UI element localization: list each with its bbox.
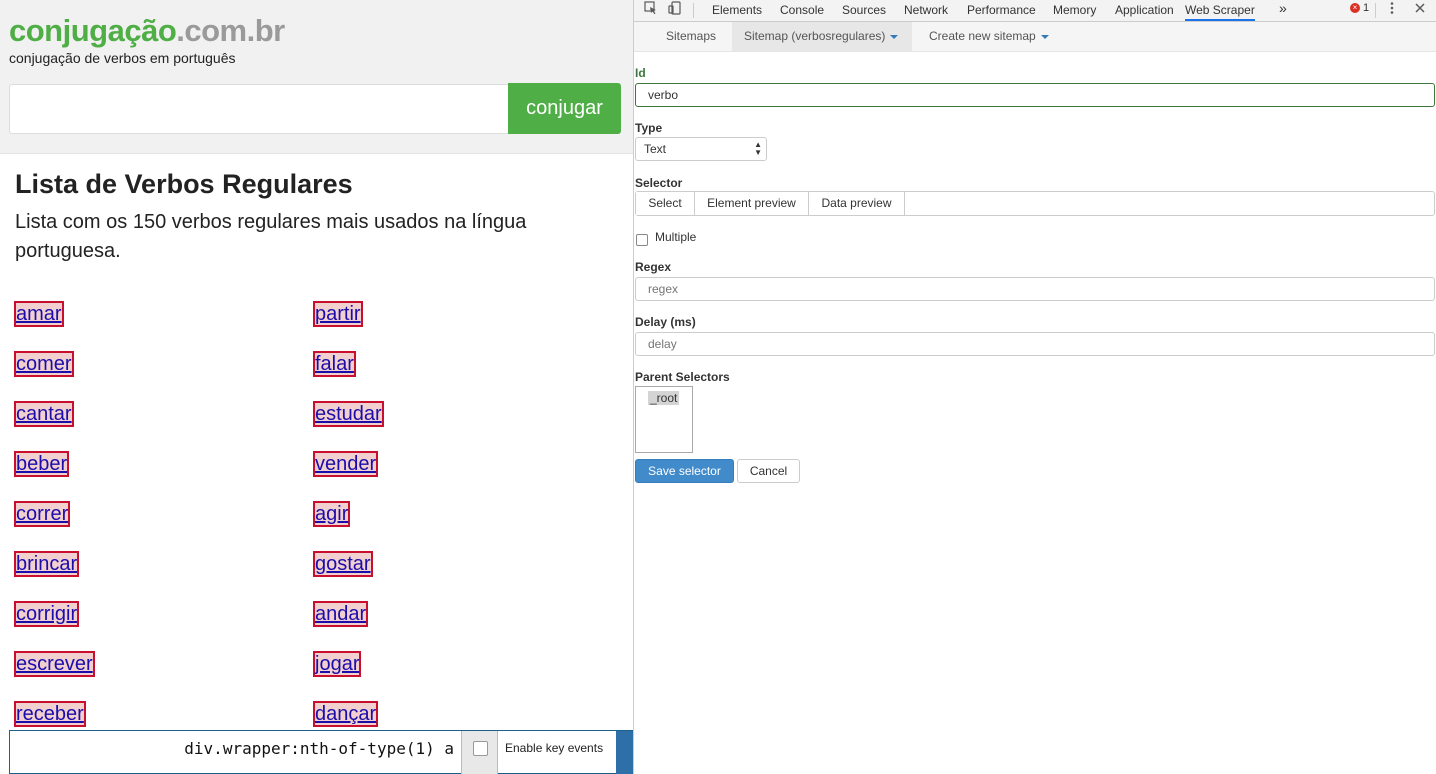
kebab-menu-icon[interactable] [1389, 1, 1395, 20]
chevron-down-icon [890, 34, 899, 39]
inspect-element-icon[interactable] [644, 1, 658, 20]
nav-sitemaps[interactable]: Sitemaps [654, 22, 728, 51]
devtools-panel: Elements Console Sources Network Perform… [633, 0, 1436, 774]
site-logo[interactable]: conjugação.com.br [9, 12, 285, 50]
page-description: Lista com os 150 verbos regulares mais u… [15, 211, 527, 262]
site-tagline: conjugação de verbos em português [9, 50, 236, 66]
logo-suffix: .com.br [176, 13, 285, 48]
verb-link[interactable]: corrigir [14, 601, 80, 627]
delay-field[interactable] [635, 332, 1435, 356]
verb-link[interactable]: brincar [14, 551, 80, 577]
site-header: conjugação.com.br conjugação de verbos e… [0, 0, 633, 154]
verb-link[interactable]: falar [313, 351, 356, 377]
selector-done-button[interactable] [616, 731, 633, 774]
verb-link[interactable]: vender [313, 451, 379, 477]
nav-current-sitemap-label: Sitemap (verbosregulares) [744, 29, 886, 43]
verb-link[interactable]: escrever [14, 651, 95, 677]
verb-link[interactable]: gostar [313, 551, 373, 577]
error-icon: × [1350, 3, 1360, 14]
key-events-checkbox-cell[interactable] [461, 731, 498, 774]
tab-elements[interactable]: Elements [712, 3, 762, 17]
type-select[interactable]: Text ▲ ▼ [635, 137, 767, 161]
type-select-value: Text [644, 142, 667, 156]
key-events-checkbox[interactable] [473, 741, 488, 756]
devtools-toolbar: Elements Console Sources Network Perform… [634, 0, 1436, 22]
verb-link[interactable]: comer [14, 351, 74, 377]
regex-field[interactable] [635, 277, 1435, 301]
verb-link[interactable]: cantar [14, 401, 74, 427]
type-label: Type [635, 121, 663, 135]
close-icon[interactable] [1414, 1, 1426, 20]
selector-input-group: Select Element preview Data preview [635, 191, 1435, 216]
tab-memory[interactable]: Memory [1053, 3, 1096, 17]
nav-create-sitemap[interactable]: Create new sitemap [917, 22, 1061, 51]
id-field[interactable] [635, 83, 1435, 107]
tab-performance[interactable]: Performance [967, 3, 1036, 17]
save-selector-button[interactable]: Save selector [635, 459, 734, 483]
tab-sources[interactable]: Sources [842, 3, 886, 17]
multiple-checkbox[interactable] [636, 234, 648, 246]
element-selector-bar: div.wrapper:nth-of-type(1) a Enable key … [9, 730, 633, 774]
error-count: 1 [1363, 2, 1370, 14]
logo-main: conjugação [9, 13, 177, 48]
verb-link[interactable]: beber [14, 451, 70, 477]
verb-link[interactable]: amar [14, 301, 64, 327]
verb-link[interactable]: jogar [313, 651, 362, 677]
tab-console[interactable]: Console [780, 3, 824, 17]
selector-label: Selector [635, 176, 683, 190]
toolbar-divider [693, 3, 694, 18]
regex-label: Regex [635, 260, 672, 274]
verb-link[interactable]: partir [313, 301, 363, 327]
delay-label: Delay (ms) [635, 315, 696, 329]
select-button[interactable]: Select [636, 192, 695, 215]
error-count-badge[interactable]: × 1 [1350, 2, 1369, 14]
id-label: Id [635, 66, 646, 80]
parent-selectors-label: Parent Selectors [635, 370, 730, 384]
web-page: conjugação.com.br conjugação de verbos e… [0, 0, 633, 774]
select-arrows-icon: ▲ ▼ [754, 140, 762, 157]
toolbar-divider [1375, 3, 1376, 18]
more-tabs-icon[interactable]: » [1279, 0, 1287, 16]
verb-link[interactable]: agir [313, 501, 351, 527]
multiple-label: Multiple [655, 230, 697, 244]
selector-preview-text: div.wrapper:nth-of-type(1) a [184, 739, 454, 758]
verb-link[interactable]: receber [14, 701, 86, 727]
cancel-button[interactable]: Cancel [737, 459, 800, 483]
tab-network[interactable]: Network [904, 3, 948, 17]
verb-link[interactable]: correr [14, 501, 71, 527]
verb-link[interactable]: andar [313, 601, 369, 627]
nav-create-sitemap-label: Create new sitemap [929, 29, 1036, 43]
search-input[interactable] [9, 84, 508, 134]
selector-field[interactable] [906, 192, 1432, 215]
tab-application[interactable]: Application [1115, 3, 1174, 17]
tab-web-scraper[interactable]: Web Scraper [1185, 3, 1255, 21]
parent-selectors-list[interactable]: _root [635, 386, 693, 453]
device-toggle-icon[interactable] [668, 1, 682, 20]
key-events-label: Enable key events [505, 741, 604, 755]
chevron-down-icon [1040, 34, 1049, 39]
parent-selector-option[interactable]: _root [648, 391, 680, 405]
page-title: Lista de Verbos Regulares [15, 169, 353, 199]
verb-link[interactable]: estudar [313, 401, 384, 427]
webscraper-nav: Sitemaps Sitemap (verbosregulares) Creat… [634, 22, 1436, 52]
data-preview-button[interactable]: Data preview [809, 192, 905, 215]
conjugate-button[interactable]: conjugar [508, 83, 621, 134]
verb-link[interactable]: dançar [313, 701, 379, 727]
nav-current-sitemap[interactable]: Sitemap (verbosregulares) [732, 22, 913, 51]
element-preview-button[interactable]: Element preview [695, 192, 809, 215]
